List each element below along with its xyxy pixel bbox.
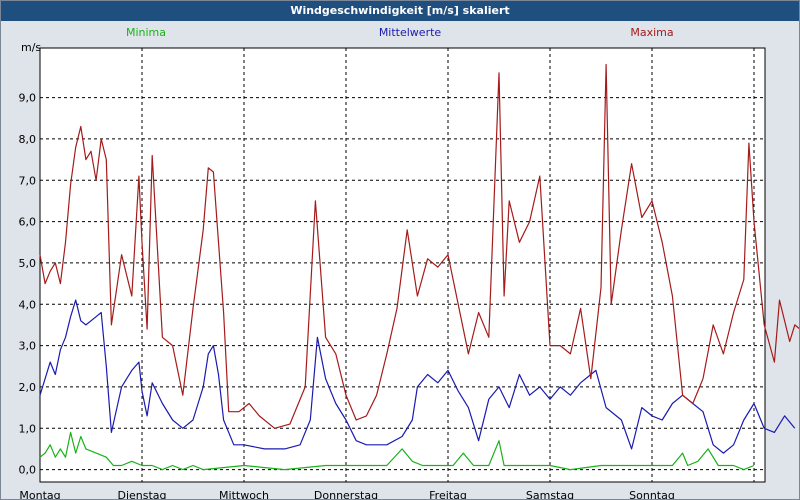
chart-window: Windgeschwindigkeit [m/s] skaliert 0,0 1,… xyxy=(0,0,800,500)
y-tick-label-9: 9,0 xyxy=(19,92,37,105)
y-tick-label-0: 0,0 xyxy=(19,464,37,477)
legend-minima: Minima xyxy=(126,26,166,39)
y-axis-ticks: 0,0 1,0 2,0 3,0 4,0 5,0 6,0 7,0 8,0 9,0 xyxy=(19,92,37,477)
x-tick-weekday-5: Samstag xyxy=(526,489,574,499)
y-tick-label-7: 7,0 xyxy=(19,174,37,187)
legend-mittelwerte: Mittelwerte xyxy=(379,26,442,39)
y-tick-label-2: 2,0 xyxy=(19,381,37,394)
y-tick-label-3: 3,0 xyxy=(19,340,37,353)
y-tick-label-4: 4,0 xyxy=(19,298,37,311)
y-tick-label-8: 8,0 xyxy=(19,133,37,146)
y-axis-label: m/s xyxy=(21,41,41,54)
y-tick-label-5: 5,0 xyxy=(19,257,37,270)
y-tick-label-6: 6,0 xyxy=(19,216,37,229)
x-tick-weekday-3: Donnerstag xyxy=(314,489,378,499)
window-title: Windgeschwindigkeit [m/s] skaliert xyxy=(1,1,799,21)
wind-speed-chart: 0,0 1,0 2,0 3,0 4,0 5,0 6,0 7,0 8,0 9,0 Montag07.… xyxy=(19,26,799,499)
x-tick-weekday-2: Mittwoch xyxy=(219,489,269,499)
x-tick-weekday-1: Dienstag xyxy=(117,489,166,499)
y-tick-label-1: 1,0 xyxy=(19,422,37,435)
x-tick-weekday-6: Sonntag xyxy=(629,489,675,499)
legend-maxima: Maxima xyxy=(630,26,673,39)
x-axis-ticks: Montag07.02.11Dienstag08.02.11Mittwoch09… xyxy=(19,489,675,499)
x-tick-weekday-4: Freitag xyxy=(429,489,467,499)
x-tick-weekday-0: Montag xyxy=(19,489,60,499)
